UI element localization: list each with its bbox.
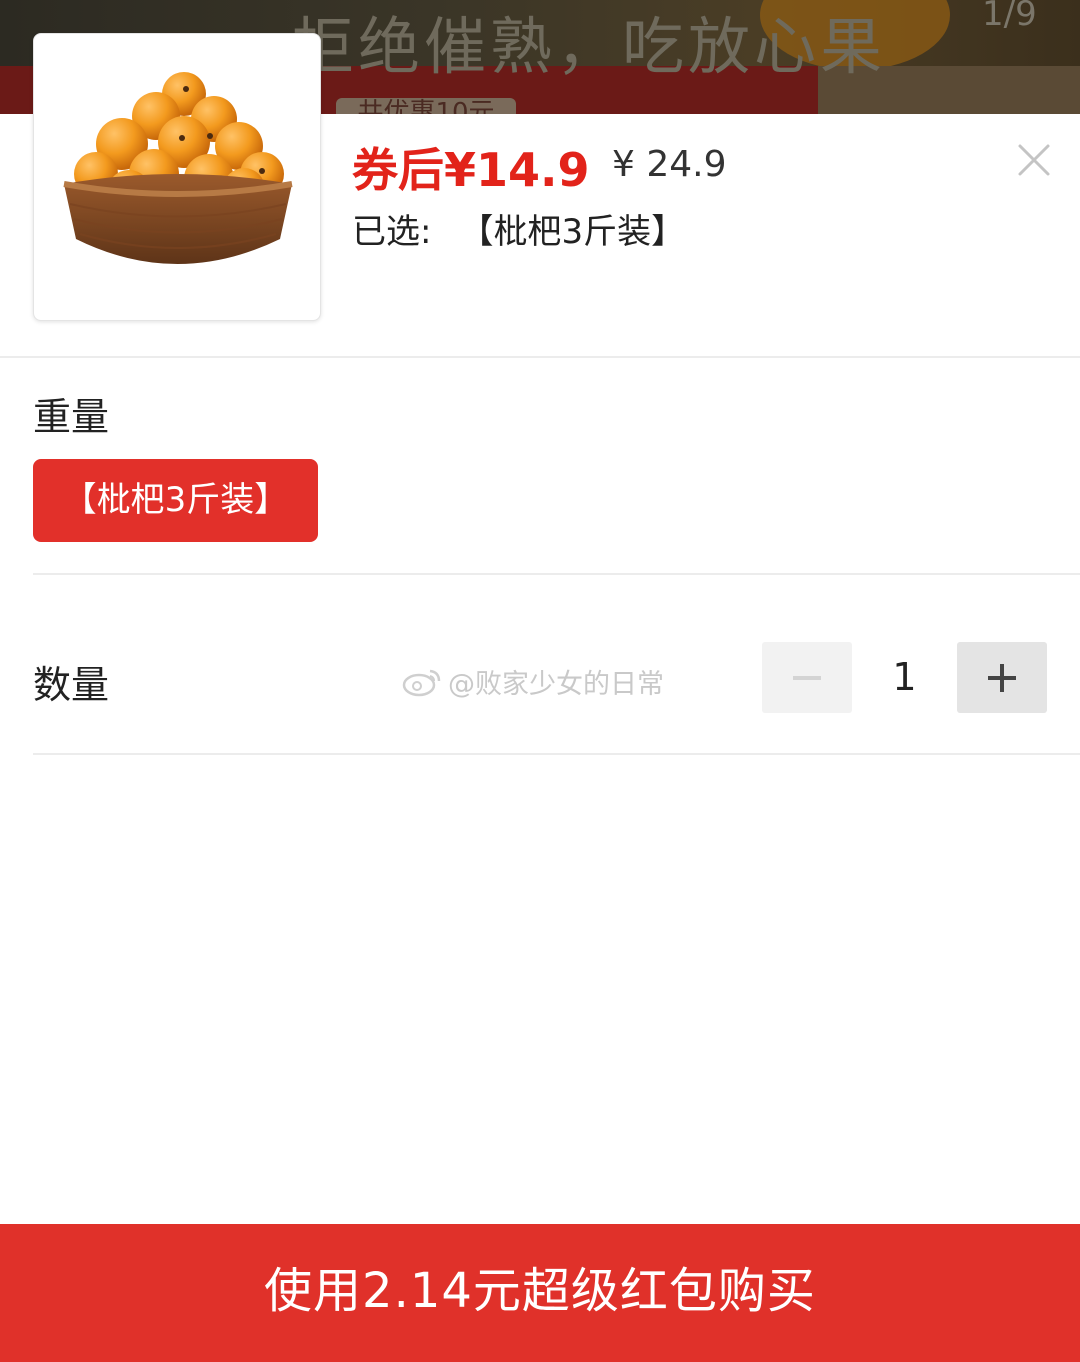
loquat-basket-image (63, 72, 293, 264)
original-price: ¥ 24.9 (612, 144, 727, 185)
minus-icon (793, 676, 821, 680)
selected-label: 已选: (352, 212, 432, 252)
banner-discount-tag: 共优惠10元 (336, 98, 516, 114)
watermark: @败家少女的日常 (402, 662, 664, 701)
spec-option-loquat-3jin[interactable]: 【枇杷3斤装】 (33, 459, 318, 542)
quantity-decrement-button[interactable] (762, 642, 852, 713)
coupon-price: 券后¥14.9 (352, 143, 590, 197)
sku-selection-sheet: 券后¥14.9 ¥ 24.9 已选: 【枇杷3斤装】 重量 【枇杷3斤装】 数量 … (0, 33, 1080, 1362)
quantity-increment-button[interactable] (957, 642, 1047, 713)
close-icon[interactable] (1014, 140, 1054, 180)
banner-image-counter: 1/9 (982, 0, 1037, 34)
selected-value: 【枇杷3斤装】 (459, 212, 686, 252)
quantity-label: 数量 (33, 663, 110, 707)
watermark-text: @败家少女的日常 (448, 669, 664, 700)
divider (33, 573, 1080, 575)
buy-with-red-packet-button[interactable]: 使用2.14元超级红包购买 (0, 1224, 1080, 1362)
divider (33, 753, 1080, 755)
weibo-icon (402, 669, 441, 696)
product-thumbnail[interactable] (33, 33, 321, 321)
divider (0, 356, 1080, 358)
weight-label: 重量 (33, 395, 110, 439)
banner-title: 拒绝催熟，吃放心果 (292, 10, 887, 83)
selected-spec-row: 已选: 【枇杷3斤装】 (352, 204, 685, 253)
quantity-value[interactable]: 1 (852, 642, 957, 713)
